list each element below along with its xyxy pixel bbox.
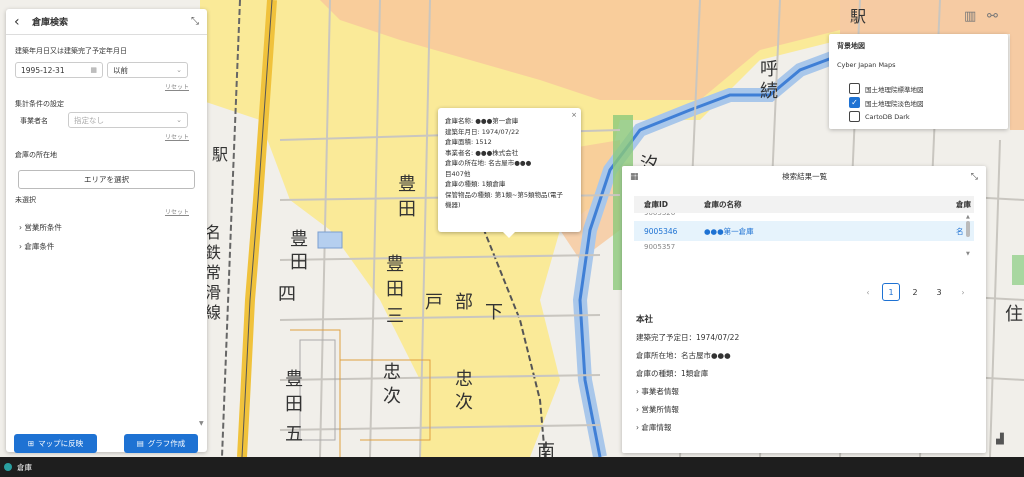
operator-info-expander[interactable]: › 事業者情報 (636, 386, 679, 397)
build-date-label: 建築年月日又は建築完了予定年月日 (15, 47, 127, 55)
table-row-selected[interactable]: 9005346 ●●●第一倉庫 名 (634, 221, 974, 241)
office-info-expander[interactable]: › 営業所情報 (636, 404, 679, 415)
scroll-thumb[interactable] (966, 221, 970, 237)
basemap-option-cartodb[interactable]: CartoDB Dark (849, 111, 910, 122)
popup-line: 倉庫名称: ●●●第一倉庫 (445, 117, 519, 125)
results-header: ▦ 検索結果一覧 ⤡ (622, 166, 986, 187)
office-conditions-expander[interactable]: › 営業所条件 (19, 222, 62, 233)
scroll-up-icon[interactable]: ▲ (966, 214, 972, 220)
location-label: 倉庫の所在地 (15, 151, 57, 159)
panel-scrollbar[interactable]: ▼ (199, 37, 205, 427)
build-date-input[interactable]: 1995-12-31 ▦ (15, 62, 103, 78)
detail-line: 倉庫所在地：名古屋市●●● (636, 351, 731, 360)
app-icon[interactable] (4, 463, 12, 471)
table-row[interactable]: 9005357 (634, 241, 974, 249)
popup-line: 機器) (445, 201, 461, 209)
bar-chart-icon: ▤ (136, 439, 144, 448)
chevron-down-icon: ⌄ (176, 116, 182, 124)
collapse-icon[interactable]: ⤡ (971, 172, 978, 182)
create-graph-button[interactable]: ▤ グラフ作成 (124, 434, 198, 453)
scroll-down-icon[interactable]: ▼ (966, 251, 972, 257)
share-network-icon[interactable]: ⚯ (987, 9, 998, 24)
warehouse-conditions-expander[interactable]: › 倉庫条件 (19, 241, 54, 252)
operator-select[interactable]: 指定なし ⌄ (68, 112, 188, 128)
detail-line: 建築完了予定日：1974/07/22 (636, 333, 740, 342)
table-header: 倉庫ID 倉庫の名称 倉庫 (634, 196, 974, 213)
select-area-button[interactable]: エリアを選択 (18, 170, 195, 189)
results-table: 倉庫ID 倉庫の名称 倉庫 9005326 9005346 ●●●第一倉庫 名 … (634, 196, 974, 252)
close-icon[interactable]: × (571, 110, 577, 121)
table-icon: ▦ (630, 171, 639, 182)
popup-line: 倉庫の所在地: 名古屋市●●● (445, 159, 532, 167)
collapse-icon[interactable]: ⤡ (191, 16, 199, 27)
warehouse-popup: × 倉庫名称: ●●●第一倉庫 建築年月日: 1974/07/22 倉庫面積: … (438, 108, 581, 238)
aggregate-label: 集計条件の設定 (15, 100, 64, 108)
back-arrow-icon[interactable]: ‹ (14, 14, 28, 30)
calendar-icon: ▦ (90, 66, 97, 74)
search-results-panel: ▦ 検索結果一覧 ⤡ 倉庫ID 倉庫の名称 倉庫 9005326 9005346… (622, 166, 986, 453)
taskbar: 倉庫 (0, 457, 1024, 477)
detail-title: 本社 (636, 315, 654, 325)
checkbox-checked[interactable]: ✓ (849, 97, 860, 108)
operator-label: 事業者名 (20, 117, 48, 125)
basemap-title: 背景地図 (837, 42, 865, 50)
bar-chart-icon[interactable]: ▟ (996, 434, 1004, 445)
detail-line: 倉庫の種類：1類倉庫 (636, 369, 709, 378)
map-layers-icon[interactable]: ▥ (964, 9, 976, 24)
next-page-button[interactable]: › (954, 283, 972, 301)
basemap-option-standard[interactable]: 国土地理院標準地図 (849, 83, 924, 94)
reset-link[interactable]: リセット (165, 82, 189, 91)
table-row[interactable]: 9005326 (634, 213, 974, 221)
panel-header: ‹ 倉庫検索 ⤡ (6, 9, 207, 35)
taskbar-app-label[interactable]: 倉庫 (17, 462, 32, 473)
basemap-provider: Cyber Japan Maps (837, 61, 896, 69)
popup-line: 建築年月日: 1974/07/22 (445, 127, 520, 136)
popup-line: 保管物品の種類: 第1類~第5類物品(電子 (445, 190, 564, 199)
selection-status: 未選択 (15, 196, 36, 204)
basemap-panel: 背景地図 Cyber Japan Maps 国土地理院標準地図 ✓ 国土地理院淡… (829, 34, 1008, 129)
popup-line: 事業者名: ●●●株式会社 (445, 148, 519, 157)
panel-title: 倉庫検索 (32, 18, 69, 28)
map-icon: ⊞ (27, 439, 35, 448)
page-2-button[interactable]: 2 (906, 283, 924, 301)
warehouse-info-expander[interactable]: › 倉庫情報 (636, 422, 671, 433)
scroll-down-icon[interactable]: ▼ (199, 420, 204, 427)
checkbox[interactable] (849, 83, 860, 94)
date-operator-select[interactable]: 以前 ⌄ (107, 62, 188, 78)
reset-link[interactable]: リセット (165, 207, 189, 216)
reset-link[interactable]: リセット (165, 132, 189, 141)
basemap-option-pale[interactable]: ✓ 国土地理院淡色地図 (849, 97, 924, 108)
prev-page-button[interactable]: ‹ (859, 283, 877, 301)
popup-line: 倉庫面積: 1512 (445, 138, 492, 146)
warehouse-search-panel: ‹ 倉庫検索 ⤡ 建築年月日又は建築完了予定年月日 1995-12-31 ▦ 以前… (6, 9, 207, 453)
page-3-button[interactable]: 3 (930, 283, 948, 301)
checkbox[interactable] (849, 111, 860, 122)
popup-line: 目407他 (445, 169, 471, 178)
results-title: 検索結果一覧 (782, 172, 828, 181)
page-1-button[interactable]: 1 (882, 283, 900, 301)
reflect-map-button[interactable]: ⊞ マップに反映 (14, 434, 97, 453)
table-scrollbar[interactable]: ▲ ▼ (966, 214, 972, 262)
chevron-down-icon: ⌄ (176, 66, 182, 74)
popup-line: 倉庫の種類: 1類倉庫 (445, 180, 506, 188)
